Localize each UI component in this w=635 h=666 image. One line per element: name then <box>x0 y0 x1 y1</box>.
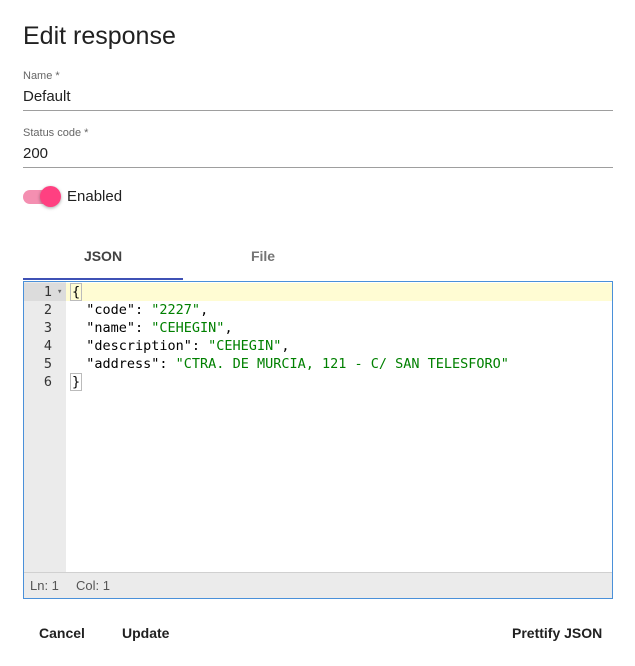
code-line[interactable]: 1 ▾ { <box>24 283 612 301</box>
code-line[interactable]: 4 "description": "CEHEGIN", <box>24 337 612 355</box>
code-text: "name": "CEHEGIN", <box>70 320 233 336</box>
tab-file[interactable]: File <box>183 240 343 280</box>
status-code-label: Status code * <box>23 127 89 139</box>
enabled-label: Enabled <box>67 188 123 205</box>
code-text: "address": "CTRA. DE MURCIA, 121 - C/ SA… <box>70 356 509 372</box>
name-input[interactable]: Default <box>23 88 613 111</box>
code-line[interactable]: 6} <box>24 373 612 391</box>
code-text: } <box>70 373 83 391</box>
line-number: 6 <box>43 374 52 390</box>
status-code-field[interactable]: Status code * 200 <box>23 127 613 168</box>
code-line[interactable]: 5 "address": "CTRA. DE MURCIA, 121 - C/ … <box>24 355 612 373</box>
code-text: { <box>70 283 83 301</box>
line-number: 4 <box>43 338 52 354</box>
toggle-thumb[interactable] <box>40 186 61 207</box>
json-editor[interactable]: 1 ▾{2 "code": "2227", 3 "name": "CEHEGIN",… <box>23 281 613 599</box>
enabled-toggle[interactable] <box>23 186 61 207</box>
line-number: 1 <box>43 284 52 300</box>
line-number: 2 <box>43 302 52 318</box>
code-text: "code": "2227", <box>70 302 209 318</box>
editor-statusbar: Ln: 1 Col: 1 <box>24 572 612 598</box>
tab-json[interactable]: JSON <box>23 240 183 280</box>
tab-indicator <box>23 278 183 280</box>
column-indicator: Col: 1 <box>76 578 110 593</box>
code-line[interactable]: 2 "code": "2227", <box>24 301 612 319</box>
line-number: 3 <box>43 320 52 336</box>
line-indicator: Ln: 1 <box>30 578 59 593</box>
response-type-tabs: JSON File <box>23 240 343 282</box>
fold-arrow-icon[interactable]: ▾ <box>57 283 62 301</box>
name-field[interactable]: Name * Default <box>23 70 613 111</box>
update-button[interactable]: Update <box>122 622 169 644</box>
status-code-input[interactable]: 200 <box>23 145 613 168</box>
line-number: 5 <box>43 356 52 372</box>
cancel-button[interactable]: Cancel <box>39 622 85 644</box>
prettify-json-button[interactable]: Prettify JSON <box>512 622 602 644</box>
name-label: Name * <box>23 70 60 82</box>
code-line[interactable]: 3 "name": "CEHEGIN", <box>24 319 612 337</box>
code-text: "description": "CEHEGIN", <box>70 338 290 354</box>
dialog-title: Edit response <box>23 22 176 50</box>
